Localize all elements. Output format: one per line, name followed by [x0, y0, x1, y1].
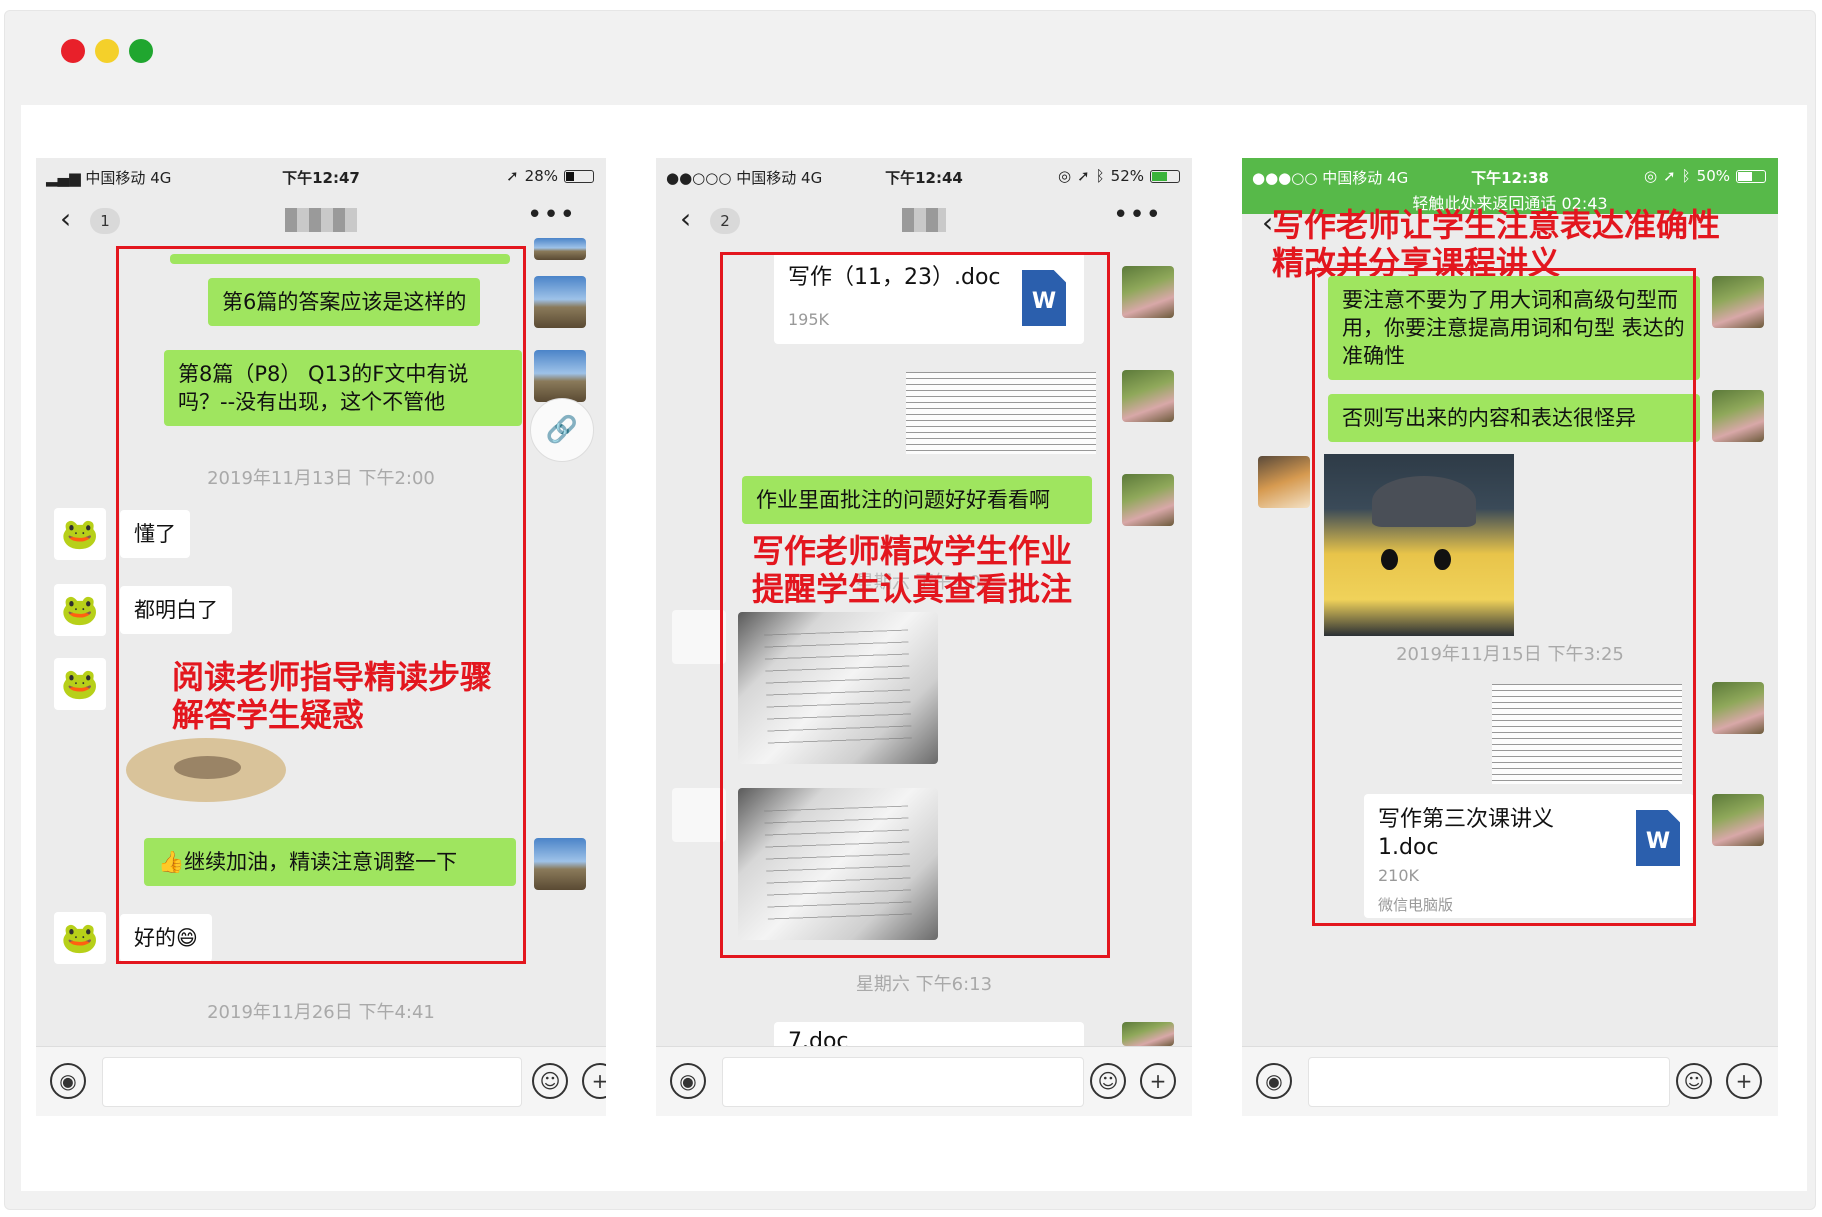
bluetooth-icon: ᛒ	[1095, 167, 1105, 185]
plus-icon[interactable]: +	[582, 1063, 606, 1099]
blurred-chat-title	[902, 208, 946, 232]
battery-percent: 52%	[1110, 167, 1144, 185]
teacher-avatar[interactable]	[1122, 266, 1174, 318]
back-chevron-icon[interactable]: ‹	[680, 205, 691, 233]
chat-input-bar: ◉ ☺ +	[1242, 1046, 1778, 1116]
teacher-avatar[interactable]	[534, 838, 586, 890]
status-bar: ●●○○○ 中国移动 4G 下午12:44 ◎ ➚ ᛒ 52%	[656, 158, 1192, 194]
partial-message	[672, 610, 726, 664]
voice-input-icon[interactable]: ◉	[670, 1063, 706, 1099]
bluetooth-icon: ᛒ	[1681, 167, 1691, 185]
timestamp: 星期六 下午6:13	[855, 974, 993, 995]
unread-count-badge: 2	[710, 208, 740, 234]
teacher-avatar[interactable]	[1122, 474, 1174, 526]
teacher-avatar[interactable]	[1712, 794, 1764, 846]
student-avatar[interactable]: 🐸	[54, 584, 106, 636]
location-icon: ➚	[506, 167, 519, 185]
highlight-frame	[720, 252, 1110, 958]
more-options-icon[interactable]: •••	[527, 200, 576, 230]
minimize-window-button[interactable]	[95, 39, 119, 63]
unread-count-badge: 1	[90, 208, 120, 234]
lock-rotation-icon: ◎	[1057, 167, 1072, 185]
battery-icon	[1150, 169, 1180, 183]
partial-message	[672, 788, 726, 842]
lock-rotation-icon: ◎	[1643, 167, 1658, 185]
chat-nav-bar: ‹ 2 •••	[656, 194, 1192, 246]
message-input[interactable]	[722, 1057, 1084, 1107]
highlight-frame	[1312, 268, 1696, 926]
location-icon: ➚	[1077, 167, 1090, 185]
phone-screenshot-writing-lecture: ●●●○○ 中国移动 4G 下午12:38 ◎ ➚ ᛒ 50% 轻触此处来返回通话 0…	[1242, 158, 1778, 1116]
chat-nav-bar: ‹ 1 •••	[36, 194, 606, 246]
status-bar: ▂▄▆ 中国移动 4G 下午12:47 ➚ 28%	[36, 158, 606, 194]
plus-icon[interactable]: +	[1726, 1063, 1762, 1099]
link-icon[interactable]: 🔗	[530, 398, 594, 462]
more-options-icon[interactable]: •••	[1113, 200, 1162, 230]
blurred-chat-title	[285, 208, 357, 232]
title-bar	[5, 11, 1815, 103]
timestamp: 2019年11月26日 下午4:41	[207, 1002, 435, 1023]
close-window-button[interactable]	[61, 39, 85, 63]
voice-input-icon[interactable]: ◉	[1256, 1063, 1292, 1099]
teacher-avatar[interactable]	[1122, 370, 1174, 422]
phone-screenshot-reading: ▂▄▆ 中国移动 4G 下午12:47 ➚ 28% ‹ 1 ••• 第6篇的答案应…	[36, 158, 606, 1116]
battery-percent: 28%	[524, 167, 558, 185]
student-avatar[interactable]: 🐸	[54, 658, 106, 710]
plus-icon[interactable]: +	[1140, 1063, 1176, 1099]
emoji-icon[interactable]: ☺	[1676, 1063, 1712, 1099]
student-avatar[interactable]: 🐸	[54, 508, 106, 560]
message-input[interactable]	[102, 1057, 522, 1107]
chat-input-bar: ◉ ☺ +	[36, 1046, 606, 1116]
voice-input-icon[interactable]: ◉	[50, 1063, 86, 1099]
battery-percent: 50%	[1696, 167, 1730, 185]
back-chevron-icon[interactable]: ‹	[60, 205, 71, 233]
phone-screenshot-writing: ●●○○○ 中国移动 4G 下午12:44 ◎ ➚ ᛒ 52% ‹ 2 ••• 写作（…	[656, 158, 1192, 1116]
teacher-avatar[interactable]	[534, 238, 586, 260]
chat-input-bar: ◉ ☺ +	[656, 1046, 1192, 1116]
teacher-avatar[interactable]	[1122, 1022, 1174, 1046]
emoji-icon[interactable]: ☺	[532, 1063, 568, 1099]
annotation-line: 写作老师让学生注意表达准确性	[1272, 206, 1721, 244]
message-input[interactable]	[1308, 1057, 1670, 1107]
student-avatar[interactable]	[1258, 456, 1310, 508]
highlight-frame	[116, 246, 526, 964]
teacher-avatar[interactable]	[534, 350, 586, 402]
teacher-avatar[interactable]	[1712, 390, 1764, 442]
battery-icon	[564, 169, 594, 183]
maximize-window-button[interactable]	[129, 39, 153, 63]
emoji-icon[interactable]: ☺	[1090, 1063, 1126, 1099]
teacher-avatar[interactable]	[1712, 682, 1764, 734]
teacher-avatar[interactable]	[1712, 276, 1764, 328]
location-icon: ➚	[1663, 167, 1676, 185]
student-avatar[interactable]: 🐸	[54, 912, 106, 964]
teacher-avatar[interactable]	[534, 276, 586, 328]
battery-icon	[1736, 169, 1766, 183]
